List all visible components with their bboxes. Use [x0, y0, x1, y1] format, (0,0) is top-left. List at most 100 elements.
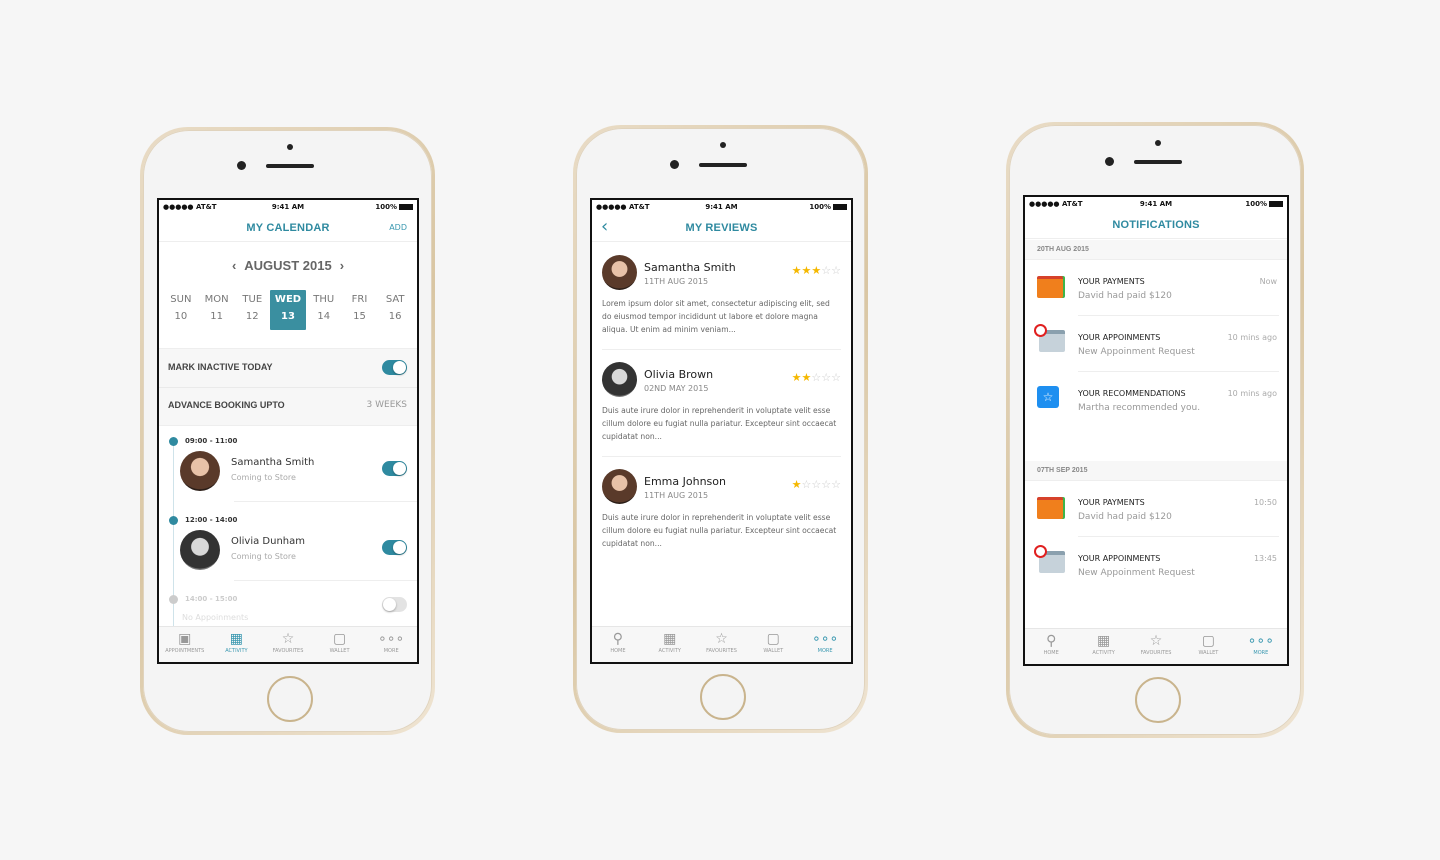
- client-status: Coming to Store: [231, 552, 296, 561]
- tab-home[interactable]: ⚲ HOME: [592, 627, 644, 662]
- tab-more[interactable]: ∘∘∘ MORE: [799, 627, 851, 662]
- day-tue[interactable]: TUE 12: [234, 290, 270, 330]
- search-icon: ⚲: [612, 631, 624, 647]
- tab-label: ACTIVITY: [225, 648, 248, 654]
- reviewer-name: Olivia Brown: [644, 368, 714, 381]
- tab-bar: ⚲ HOME ▦ ACTIVITY ☆ FAVOURITES ▢ WALLET ∘∘∘ MORE: [592, 626, 851, 662]
- day-number: 16: [388, 311, 402, 322]
- slot-toggle[interactable]: [382, 597, 407, 612]
- timeline-dot: [169, 437, 178, 446]
- notification-item[interactable]: YOUR PAYMENTS David had paid $120 Now: [1025, 260, 1287, 316]
- tab-activity[interactable]: ▦ ACTIVITY: [211, 627, 263, 662]
- clock-icon: [1034, 324, 1047, 337]
- star-empty-icon: ☆: [831, 478, 841, 491]
- star-icon: ☆: [281, 631, 295, 647]
- reviewer-name: Emma Johnson: [644, 475, 726, 488]
- star-filled-icon: ★: [801, 264, 812, 277]
- tab-wallet[interactable]: ▢ WALLET: [1182, 629, 1234, 664]
- recommendation-star-icon: ☆: [1037, 386, 1059, 408]
- mark-inactive-label: MARK INACTIVE TODAY: [168, 362, 273, 372]
- wallet-icon: [1037, 276, 1063, 298]
- day-thu[interactable]: THU 14: [306, 290, 342, 330]
- day-fri[interactable]: FRI 15: [342, 290, 378, 330]
- review-item[interactable]: Olivia Brown 02ND MAY 2015 ★★☆☆☆ Duis aute …: [602, 362, 841, 457]
- add-button[interactable]: ADD: [389, 223, 407, 232]
- tab-wallet[interactable]: ▢ WALLET: [747, 627, 799, 662]
- next-month-button[interactable]: ›: [340, 258, 344, 273]
- advance-booking-value[interactable]: 3 WEEKS: [367, 400, 407, 410]
- notification-text: New Appoinment Request: [1078, 347, 1195, 357]
- prev-month-button[interactable]: ‹: [232, 258, 236, 273]
- star-filled-icon: ★: [811, 264, 822, 277]
- slot-toggle[interactable]: [382, 461, 407, 476]
- star-empty-icon: ☆: [821, 371, 832, 384]
- group-date: 07TH SEP 2015: [1037, 467, 1088, 474]
- tab-favourites[interactable]: ☆ FAVOURITES: [696, 627, 748, 662]
- notification-item[interactable]: ☆ YOUR RECOMMENDATIONS Martha recommended …: [1025, 372, 1287, 428]
- star-empty-icon: ☆: [821, 264, 832, 277]
- tab-home[interactable]: ⚲ HOME: [1025, 629, 1077, 664]
- calendar-clock-icon: [1034, 545, 1065, 573]
- tab-label: WALLET: [1198, 650, 1219, 656]
- day-number: 10: [174, 311, 188, 322]
- tab-more[interactable]: ∘∘∘ MORE: [365, 627, 417, 662]
- tab-label: FAVOURITES: [1140, 650, 1172, 656]
- tab-activity[interactable]: ▦ ACTIVITY: [644, 627, 696, 662]
- tab-label: MORE: [817, 648, 833, 654]
- tab-label: MORE: [383, 648, 399, 654]
- home-button[interactable]: [700, 674, 746, 720]
- divider: [234, 501, 417, 502]
- tab-wallet[interactable]: ▢ WALLET: [314, 627, 366, 662]
- notification-time: 10 mins ago: [1227, 333, 1277, 342]
- tab-favourites[interactable]: ☆ FAVOURITES: [1130, 629, 1182, 664]
- notification-item[interactable]: YOUR APPOINMENTS New Appoinment Request 13…: [1025, 537, 1287, 593]
- notification-text: David had paid $120: [1078, 512, 1172, 522]
- notification-title: YOUR APPOINMENTS: [1078, 554, 1161, 563]
- notification-item[interactable]: YOUR PAYMENTS David had paid $120 10:50: [1025, 481, 1287, 537]
- divider: [234, 580, 417, 581]
- review-text: Duis aute irure dolor in reprehenderit i…: [602, 513, 837, 548]
- contact-book-icon: ▣: [178, 631, 192, 647]
- day-wed[interactable]: WED 13: [270, 290, 306, 330]
- wallet-icon: [1037, 497, 1063, 519]
- timeline-dot: [169, 595, 178, 604]
- day-name: THU: [313, 294, 335, 305]
- tab-more[interactable]: ∘∘∘ MORE: [1235, 629, 1287, 664]
- review-date: 11TH AUG 2015: [644, 491, 709, 500]
- review-date: 02ND MAY 2015: [644, 384, 709, 393]
- day-sat[interactable]: SAT 16: [377, 290, 413, 330]
- page-title: MY CALENDAR: [246, 222, 330, 234]
- home-button[interactable]: [267, 676, 313, 722]
- home-button[interactable]: [1135, 677, 1181, 723]
- tab-label: WALLET: [329, 648, 350, 654]
- more-icon: ∘∘∘: [378, 631, 405, 647]
- tab-activity[interactable]: ▦ ACTIVITY: [1077, 629, 1129, 664]
- mark-inactive-toggle[interactable]: [382, 360, 407, 375]
- star-empty-icon: ☆: [811, 371, 822, 384]
- client-name: Olivia Dunham: [231, 536, 306, 547]
- day-mon[interactable]: MON 11: [199, 290, 235, 330]
- review-item[interactable]: Samantha Smith 11TH AUG 2015 ★★★☆☆ Lorem ip…: [602, 255, 841, 350]
- date-group-header: 07TH SEP 2015: [1025, 461, 1287, 481]
- tab-appointments[interactable]: ▣ APPOINTMENTS: [159, 627, 211, 662]
- more-icon: ∘∘∘: [811, 631, 839, 647]
- notification-title: YOUR PAYMENTS: [1078, 498, 1145, 507]
- client-name: Samantha Smith: [231, 457, 315, 468]
- notification-title: YOUR RECOMMENDATIONS: [1078, 389, 1186, 398]
- day-name: WED: [274, 294, 302, 305]
- day-sun[interactable]: SUN 10: [163, 290, 199, 330]
- header: ‹ MY REVIEWS: [592, 215, 851, 242]
- tab-label: FAVOURITES: [706, 648, 737, 654]
- timeline-dot: [169, 516, 178, 525]
- notification-text: David had paid $120: [1078, 291, 1172, 301]
- star-filled-icon: ★: [791, 264, 802, 277]
- review-item[interactable]: Emma Johnson 11TH AUG 2015 ★☆☆☆☆ Duis aute …: [602, 469, 841, 559]
- page-title: MY REVIEWS: [685, 222, 758, 234]
- notification-time: 10 mins ago: [1227, 389, 1277, 398]
- slot-toggle[interactable]: [382, 540, 407, 555]
- tab-favourites[interactable]: ☆ FAVOURITES: [262, 627, 314, 662]
- notification-title: YOUR PAYMENTS: [1078, 277, 1145, 286]
- notification-time: 13:45: [1253, 554, 1277, 563]
- notification-item[interactable]: YOUR APPOINMENTS New Appoinment Request 10…: [1025, 316, 1287, 372]
- slot-time: 12:00 - 14:00: [185, 516, 238, 524]
